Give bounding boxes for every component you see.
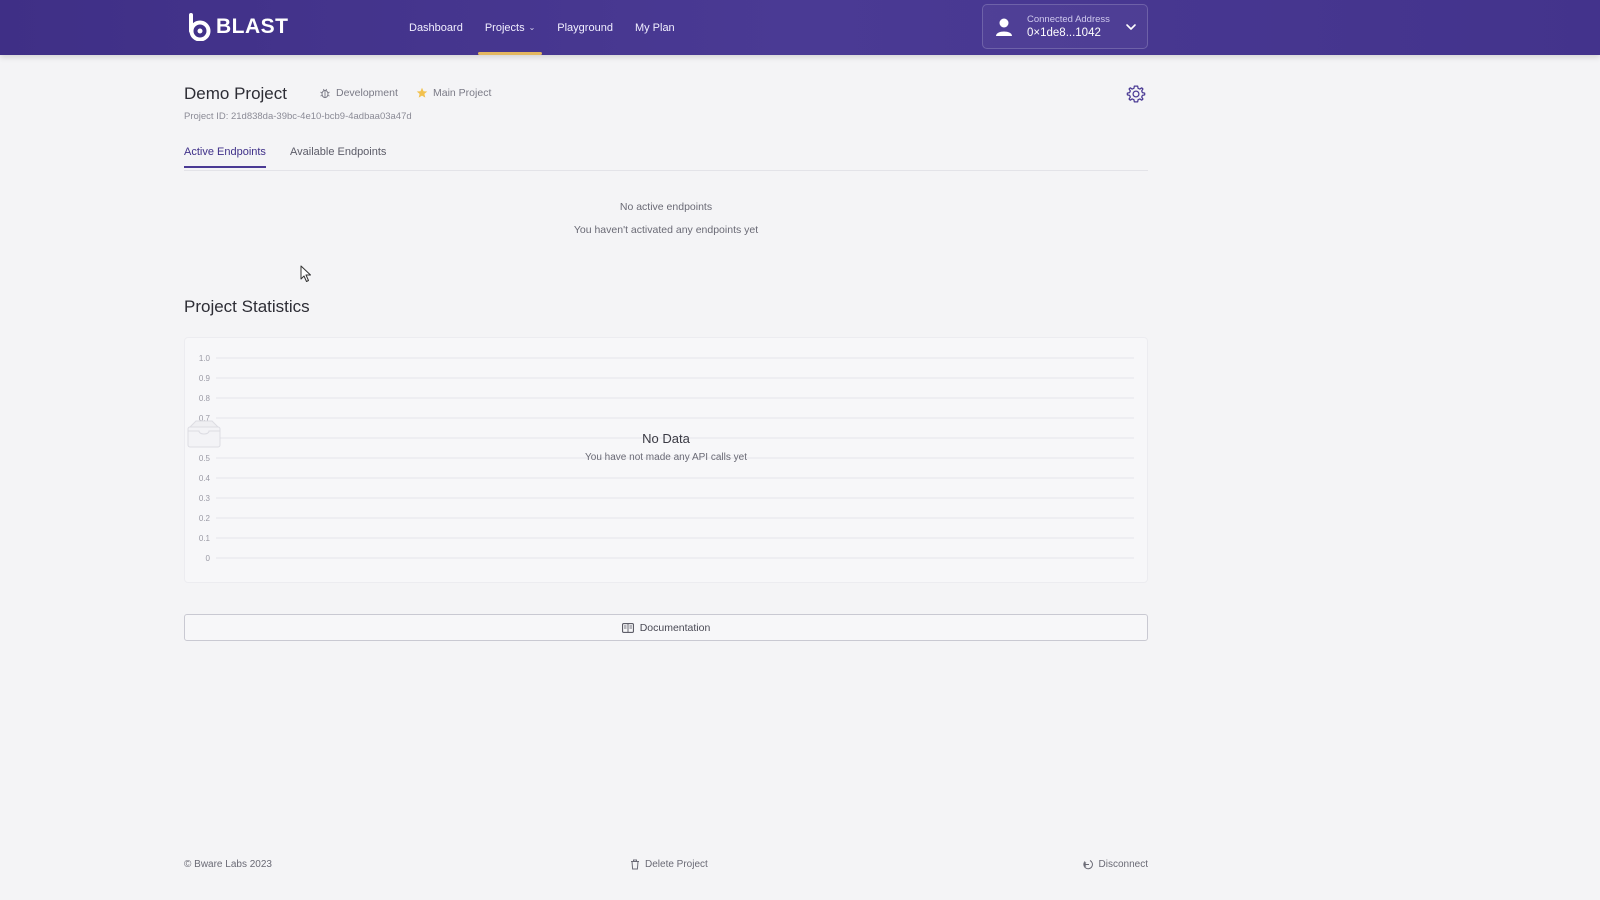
y-tick-label: 0.3 [199,494,211,503]
connected-account-dropdown[interactable]: Connected Address 0×1de8...1042 [982,4,1148,49]
project-header: Demo Project Development Main Project Pr… [184,84,1148,124]
gear-icon[interactable] [1126,84,1146,104]
section-title-statistics: Project Statistics [184,297,310,316]
bug-icon [320,88,330,99]
y-tick-label: 0.9 [199,374,211,383]
no-data-title: No Data [642,431,690,446]
tab-active-endpoints[interactable]: Active Endpoints [184,146,266,168]
nav-item-label: Projects [484,21,525,34]
documentation-label: Documentation [639,621,711,634]
empty-title: No active endpoints [619,201,713,213]
logout-icon [1082,860,1093,870]
disconnect-button[interactable]: Disconnect [1082,859,1148,870]
project-id: Project ID: 21d838da-39bc-4e10-bcb9-4adb… [184,111,412,122]
trash-icon [631,859,639,870]
y-tick-label: 1.0 [199,354,211,363]
chevron-down-icon [1126,23,1136,30]
page-footer: © Bware Labs 2023 Delete Project Disconn… [184,859,1148,875]
account-meta: Connected Address 0×1de8...1042 [1027,14,1125,39]
mouse-cursor-icon [300,265,311,282]
delete-project-label: Delete Project [645,859,708,870]
nav-item-playground[interactable]: Playground [546,0,624,55]
main-project-badge: Main Project [416,87,491,99]
star-icon [416,87,428,98]
account-label: Connected Address [1027,14,1110,25]
nav-item-my-plan[interactable]: My Plan [624,0,686,55]
y-tick-label: 0.1 [199,534,211,543]
y-tick-label: 0 [206,554,211,563]
empty-subtitle: You haven't activated any endpoints yet [573,224,759,236]
delete-project-button[interactable]: Delete Project [630,859,708,870]
disconnect-label: Disconnect [1098,859,1148,870]
endpoints-empty-state: No active endpoints You haven't activate… [184,201,1148,236]
endpoint-tabs: Active Endpoints Available Endpoints [184,146,1148,171]
nav-item-label: Playground [557,21,613,34]
nav-item-projects[interactable]: Projects ⌄ [474,0,546,55]
statistics-chart: 1.00.90.80.70.60.50.40.30.20.10 No Data … [184,337,1148,583]
book-icon [621,622,634,633]
empty-inbox-icon [187,420,221,448]
chevron-down-icon: ⌄ [528,23,536,32]
documentation-button[interactable]: Documentation [184,614,1148,641]
nav-item-label: Dashboard [409,21,463,34]
environment-label: Development [336,87,398,99]
y-tick-label: 0.4 [199,474,211,483]
y-tick-label: 0.8 [199,394,211,403]
environment-badge: Development [319,87,398,99]
user-icon [996,18,1012,36]
copyright-text: © Bware Labs 2023 [184,859,272,870]
blast-logo-icon [189,13,211,41]
tab-available-endpoints[interactable]: Available Endpoints [290,146,386,167]
page-title: Demo Project [184,84,287,103]
top-navigation-bar: BLAST Dashboard Projects ⌄ Playground My… [0,0,1600,55]
no-data-subtitle: You have not made any API calls yet [585,452,747,463]
chart-no-data: No Data You have not made any API calls … [184,419,1148,463]
logo-text: BLAST [216,15,289,38]
y-tick-label: 0.2 [199,514,211,523]
blast-logo[interactable]: BLAST [186,11,289,43]
nav-item-label: My Plan [634,21,675,34]
account-address: 0×1de8...1042 [1027,27,1101,39]
main-project-label: Main Project [433,87,492,99]
main-nav: Dashboard Projects ⌄ Playground My Plan [398,0,686,55]
nav-item-dashboard[interactable]: Dashboard [398,0,474,55]
